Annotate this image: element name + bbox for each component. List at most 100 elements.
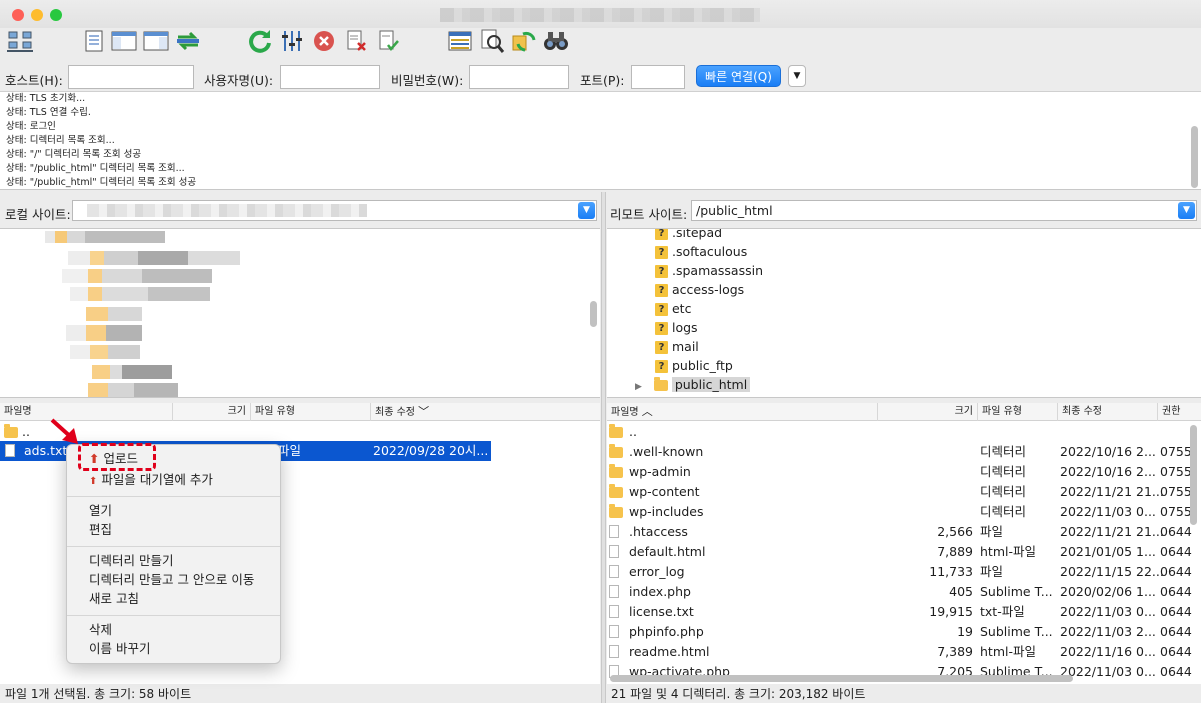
folder-icon (609, 464, 623, 478)
cancel-icon[interactable] (310, 27, 338, 55)
filter-icon[interactable] (278, 27, 306, 55)
cell-type: Sublime T... (980, 584, 1053, 599)
column-permissions[interactable]: 권한 (1157, 403, 1201, 421)
cell-perm: 0644 (1160, 564, 1192, 579)
remote-list-scrollbar[interactable] (1190, 425, 1197, 525)
menu-separator (67, 546, 280, 547)
tree-item-selected[interactable]: ▶ public_html (635, 375, 751, 395)
local-site-label: 로컬 사이트: (5, 207, 71, 222)
list-item[interactable]: wp-content 디렉터리 2022/11/21 21... 0755 (607, 482, 1201, 502)
remote-site-label: 리모트 사이트: (610, 207, 688, 222)
menu-separator (67, 615, 280, 616)
synchronized-browsing-icon[interactable] (510, 27, 538, 55)
pane-splitter[interactable] (601, 192, 606, 703)
list-item[interactable]: error_log 11,733 파일 2022/11/15 22... 0644 (607, 562, 1201, 582)
menu-item-open[interactable]: 열기 (89, 502, 112, 520)
tree-item[interactable]: ? etc (655, 299, 691, 319)
disclosure-triangle-icon[interactable]: ▶ (635, 382, 642, 392)
tree-item[interactable]: ? access-logs (655, 280, 744, 300)
quickconnect-button[interactable]: 빠른 연결(Q) (696, 65, 781, 87)
cell-modified: 2020/02/06 1... (1060, 584, 1156, 599)
column-name[interactable]: 파일명 ︿ (607, 403, 877, 421)
menu-item-add-to-queue[interactable]: ⬆ 파일을 대기열에 추가 (89, 471, 213, 489)
toggle-remote-tree-icon[interactable] (142, 27, 170, 55)
toggle-message-log-icon[interactable] (80, 27, 108, 55)
list-item[interactable]: wp-admin 디렉터리 2022/10/16 2... 0755 (607, 462, 1201, 482)
list-item[interactable]: .well-known 디렉터리 2022/10/16 2... 0755 (607, 442, 1201, 462)
column-name[interactable]: 파일명 (0, 403, 172, 421)
menu-item-create-and-enter-directory[interactable]: 디렉터리 만들고 그 안으로 이동 (89, 571, 254, 589)
password-label: 비밀번호(W): (391, 73, 464, 88)
log-scrollbar[interactable] (1191, 126, 1198, 188)
column-modified[interactable]: 최종 수정 (1057, 403, 1157, 421)
directory-compare-icon[interactable] (446, 27, 474, 55)
username-input[interactable] (280, 65, 380, 89)
tree-item[interactable]: ? public_ftp (655, 356, 733, 376)
list-item[interactable]: default.html 7,889 html-파일 2021/01/05 1... 0… (607, 542, 1201, 562)
column-type[interactable]: 파일 유형 (977, 403, 1057, 421)
host-input[interactable] (68, 65, 194, 89)
list-item[interactable]: .. (607, 422, 1201, 442)
zoom-window-button[interactable] (50, 9, 62, 21)
list-item[interactable]: wp-includes 디렉터리 2022/11/03 0... 0755 (607, 502, 1201, 522)
tree-item[interactable]: ? .spamassassin (655, 261, 763, 281)
tree-item[interactable]: ? logs (655, 318, 698, 338)
tree-item[interactable]: ? mail (655, 337, 699, 357)
menu-item-rename[interactable]: 이름 바꾸기 (89, 640, 150, 658)
file-icon (609, 605, 619, 618)
unknown-folder-icon: ? (655, 360, 668, 373)
menu-item-edit[interactable]: 편집 (89, 521, 112, 539)
disconnect-icon[interactable] (342, 27, 370, 55)
search-files-icon[interactable] (478, 27, 506, 55)
quickconnect-history-dropdown[interactable]: ▼ (788, 65, 806, 87)
tree-item[interactable]: ? .sitepad (655, 229, 722, 243)
minimize-window-button[interactable] (31, 9, 43, 21)
remote-file-list[interactable]: .. .well-known 디렉터리 2022/10/16 2... 0755 wp-a… (607, 421, 1201, 684)
cell-modified: 2022/11/21 21... (1060, 484, 1164, 499)
toggle-local-tree-icon[interactable] (110, 27, 138, 55)
cell-type: 파일 (980, 564, 1004, 579)
cell-perm: 0644 (1160, 644, 1192, 659)
remote-site-path-combo[interactable]: /public_html ▼ (691, 200, 1197, 221)
list-item[interactable]: license.txt 19,915 txt-파일 2022/11/03 0... 06… (607, 602, 1201, 622)
menu-item-delete[interactable]: 삭제 (89, 621, 112, 639)
folder-icon (609, 444, 623, 458)
chevron-down-icon[interactable]: ▼ (1178, 202, 1195, 219)
local-tree-scrollbar[interactable] (590, 301, 597, 327)
column-type[interactable]: 파일 유형 (250, 403, 370, 421)
list-item[interactable]: .htaccess 2,566 파일 2022/11/21 21... 0644 (607, 522, 1201, 542)
column-size[interactable]: 크기 (172, 403, 250, 421)
list-item[interactable]: index.php 405 Sublime T... 2020/02/06 1... 0… (607, 582, 1201, 602)
menu-item-create-directory[interactable]: 디렉터리 만들기 (89, 552, 173, 570)
list-item[interactable]: .. (4, 422, 30, 442)
local-site-path-combo[interactable]: ▼ (72, 200, 597, 221)
binoculars-icon[interactable] (542, 27, 570, 55)
cell-perm: 0644 (1160, 524, 1192, 539)
cell-perm: 0644 (1160, 604, 1192, 619)
remote-directory-tree[interactable]: ? .sitepad ? .softaculous ? .spamassassi… (607, 228, 1201, 398)
cell-modified: 2021/01/05 1... (1060, 544, 1156, 559)
menu-item-refresh[interactable]: 새로 고침 (89, 590, 139, 608)
close-window-button[interactable] (12, 9, 24, 21)
cell-name: .. (629, 424, 637, 439)
site-manager-icon[interactable] (6, 27, 34, 55)
log-line: 상태: TLS 연결 수립. (6, 107, 91, 118)
local-directory-tree[interactable] (0, 228, 600, 398)
list-item[interactable]: readme.html 7,389 html-파일 2022/11/16 0... 06… (607, 642, 1201, 662)
port-input[interactable] (631, 65, 685, 89)
cell-perm: 0755 (1160, 504, 1192, 519)
password-input[interactable] (469, 65, 569, 89)
cell-type: 디렉터리 (980, 484, 1027, 499)
column-modified[interactable]: 최종 수정 ﹀ (370, 403, 600, 421)
list-item[interactable]: phpinfo.php 19 Sublime T... 2022/11/03 2...… (607, 622, 1201, 642)
toggle-transfer-queue-icon[interactable] (174, 27, 202, 55)
column-size[interactable]: 크기 (877, 403, 977, 421)
redacted-tree-row (88, 383, 178, 397)
remote-list-hscrollbar[interactable] (610, 675, 1073, 682)
annotation-arrow-icon (48, 416, 84, 449)
reconnect-icon[interactable] (374, 27, 402, 55)
refresh-icon[interactable] (246, 27, 274, 55)
cell-name: default.html (629, 544, 706, 559)
tree-item[interactable]: ? .softaculous (655, 242, 747, 262)
chevron-down-icon[interactable]: ▼ (578, 202, 595, 219)
